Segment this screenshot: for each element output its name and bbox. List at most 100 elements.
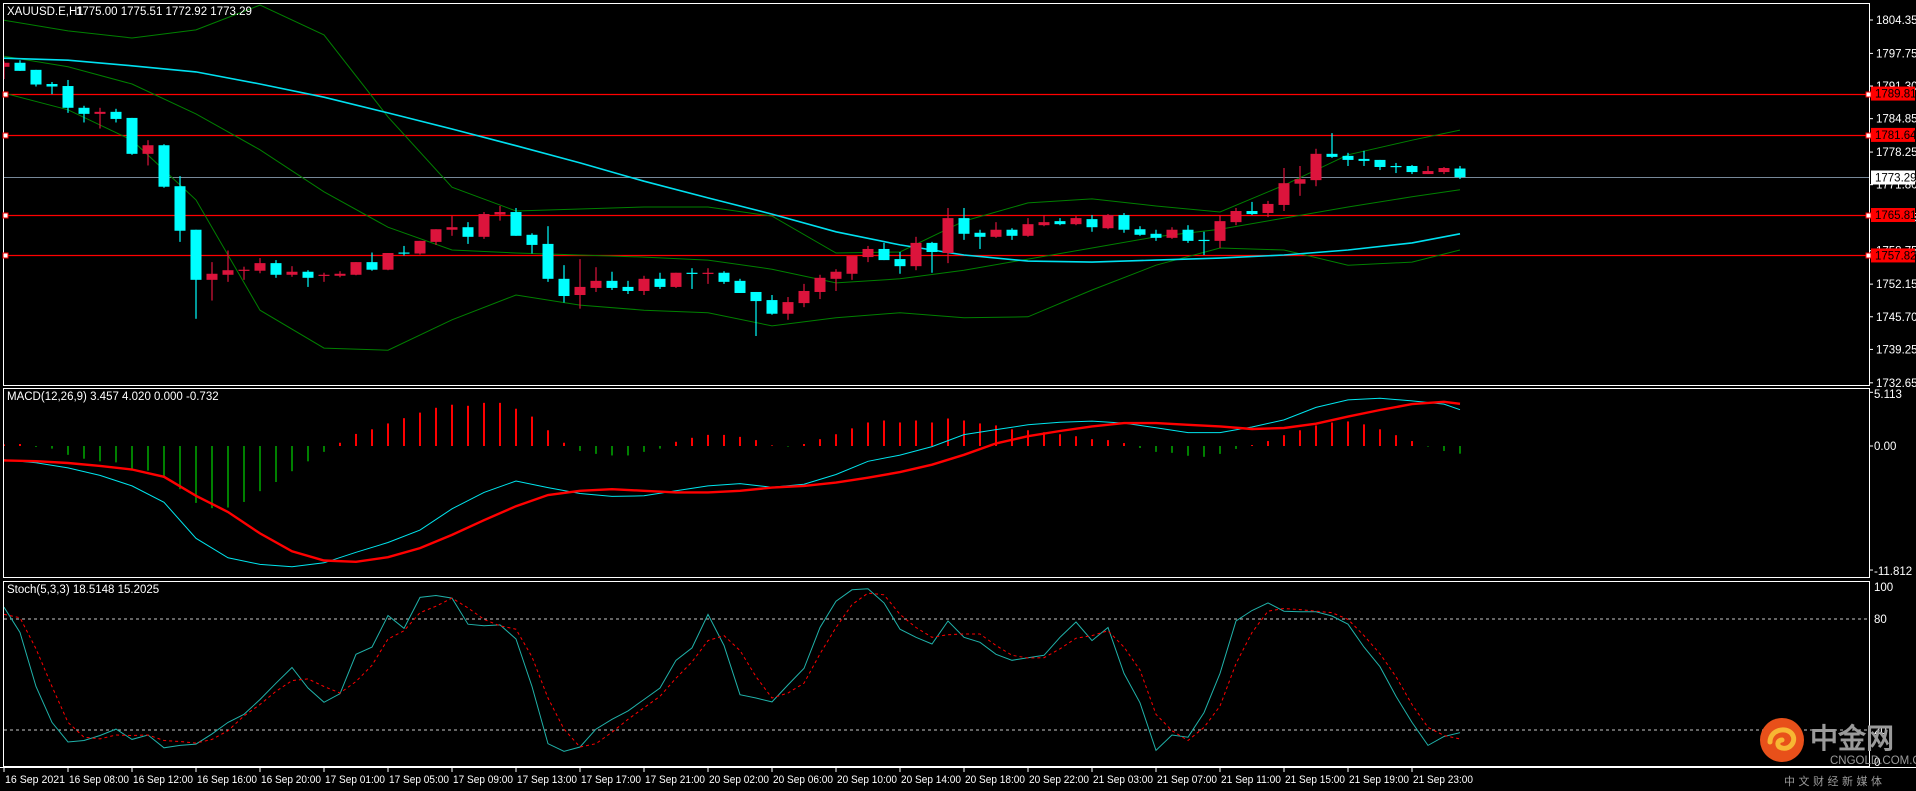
price-axis-label: 1752.15 — [1876, 279, 1916, 291]
candle-body — [542, 243, 554, 279]
candle[interactable] — [1102, 214, 1114, 230]
time-axis-label: 17 Sep 09:00 — [453, 774, 513, 786]
candle-body — [830, 271, 842, 279]
level-line-handle[interactable] — [1865, 212, 1872, 219]
candle[interactable] — [350, 262, 362, 276]
candle-body — [414, 240, 426, 254]
candle-body — [1166, 229, 1178, 238]
candle[interactable] — [30, 69, 42, 87]
candle-body — [1038, 222, 1050, 226]
candle-body — [254, 263, 266, 271]
time-axis-label: 21 Sep 11:00 — [1221, 774, 1281, 786]
candle[interactable] — [510, 207, 522, 236]
candle-body — [526, 234, 538, 245]
candle-body — [206, 273, 218, 280]
time-axis-label: 21 Sep 03:00 — [1093, 774, 1153, 786]
candle-body — [558, 278, 570, 297]
time-axis-label: 20 Sep 06:00 — [773, 774, 833, 786]
candle[interactable] — [382, 253, 394, 271]
candle-body — [894, 259, 906, 267]
candle-body — [686, 272, 698, 274]
candle-body — [750, 291, 762, 302]
time-axis-label: 21 Sep 07:00 — [1157, 774, 1217, 786]
level-line-handle[interactable] — [1865, 252, 1872, 259]
candle-body — [574, 286, 586, 296]
candle-body — [1326, 153, 1338, 157]
time-axis-label: 20 Sep 02:00 — [709, 774, 769, 786]
candle-body — [1246, 211, 1258, 215]
candle-body — [446, 227, 458, 230]
candle-body — [1134, 229, 1146, 235]
time-axis-label: 16 Sep 08:00 — [69, 774, 129, 786]
candle-body — [782, 302, 794, 314]
candle[interactable] — [158, 144, 170, 188]
candle-body — [158, 145, 170, 187]
time-axis-label: 16 Sep 16:00 — [197, 774, 257, 786]
candle-body — [766, 300, 778, 314]
level-price-tag-label: 1757.82 — [1875, 250, 1916, 262]
candle-body — [926, 242, 938, 253]
trading-chart-window[interactable]: 1804.351797.751791.301784.851778.251771.… — [0, 0, 1916, 791]
candle-body — [814, 277, 826, 292]
ohlc-readout: 1775.00 1775.51 1772.92 1773.29 — [76, 6, 252, 18]
candle-body — [798, 290, 810, 304]
price-axis-label: 1784.85 — [1876, 114, 1916, 126]
time-axis-label: 17 Sep 13:00 — [517, 774, 577, 786]
candle-body — [1054, 221, 1066, 225]
level-price-tag-label: 1765.81 — [1875, 210, 1916, 222]
candle-body — [878, 248, 890, 261]
candle-body — [1086, 219, 1098, 228]
time-axis-label: 16 Sep 2021 — [5, 774, 65, 786]
time-axis-label: 16 Sep 12:00 — [133, 774, 193, 786]
time-axis-label: 20 Sep 22:00 — [1029, 774, 1089, 786]
level-line-handle[interactable] — [2, 252, 9, 259]
stoch-legend: Stoch(5,3,3) 18.5148 15.2025 — [7, 584, 159, 596]
time-axis-label: 17 Sep 05:00 — [389, 774, 449, 786]
candle-body — [142, 145, 154, 154]
price-axis-label: 1732.65 — [1876, 378, 1916, 390]
level-line-handle[interactable] — [2, 132, 9, 139]
candle-body — [1278, 183, 1290, 205]
price-axis-label: 1804.35 — [1876, 15, 1916, 27]
candle-body — [222, 270, 234, 275]
time-axis-label: 20 Sep 18:00 — [965, 774, 1025, 786]
candle-body — [1118, 215, 1130, 230]
candle-body — [1406, 165, 1418, 173]
candle[interactable] — [126, 117, 138, 155]
time-axis-label: 20 Sep 14:00 — [901, 774, 961, 786]
candle[interactable] — [670, 272, 682, 288]
candle-body — [1182, 229, 1194, 241]
candle-body — [62, 86, 74, 108]
candle-body — [734, 280, 746, 293]
macd-axis-max: 5.113 — [1874, 389, 1902, 401]
candle[interactable] — [478, 212, 490, 239]
stoch-axis-100: 100 — [1874, 582, 1893, 594]
price-axis-label: 1797.75 — [1876, 48, 1916, 60]
time-axis-label: 21 Sep 15:00 — [1285, 774, 1345, 786]
candle-body — [94, 111, 106, 114]
candle[interactable] — [414, 240, 426, 255]
candle-body — [190, 229, 202, 280]
time-axis-label: 17 Sep 21:00 — [645, 774, 705, 786]
candle-body — [398, 252, 410, 254]
candle-body — [1150, 233, 1162, 238]
level-line-handle[interactable] — [2, 91, 9, 98]
candle-body — [318, 274, 330, 276]
level-line-handle[interactable] — [1865, 91, 1872, 98]
candle-body — [462, 227, 474, 237]
candle[interactable] — [734, 278, 746, 293]
price-axis-label: 1778.25 — [1876, 147, 1916, 159]
candle-body — [990, 229, 1002, 237]
candle-body — [1294, 179, 1306, 184]
level-line-handle[interactable] — [2, 212, 9, 219]
candle-body — [942, 218, 954, 254]
candle-body — [1198, 239, 1210, 242]
candle-body — [974, 232, 986, 237]
candle-body — [270, 263, 282, 275]
candle-body — [702, 272, 714, 274]
candle-body — [430, 229, 442, 242]
candle-body — [126, 117, 138, 154]
level-line-handle[interactable] — [1865, 132, 1872, 139]
macd-legend: MACD(12,26,9) 3.457 4.020 0.000 -0.732 — [7, 391, 219, 403]
logo-slogan: 中 文 财 经 新 媒 体 — [1784, 774, 1882, 788]
